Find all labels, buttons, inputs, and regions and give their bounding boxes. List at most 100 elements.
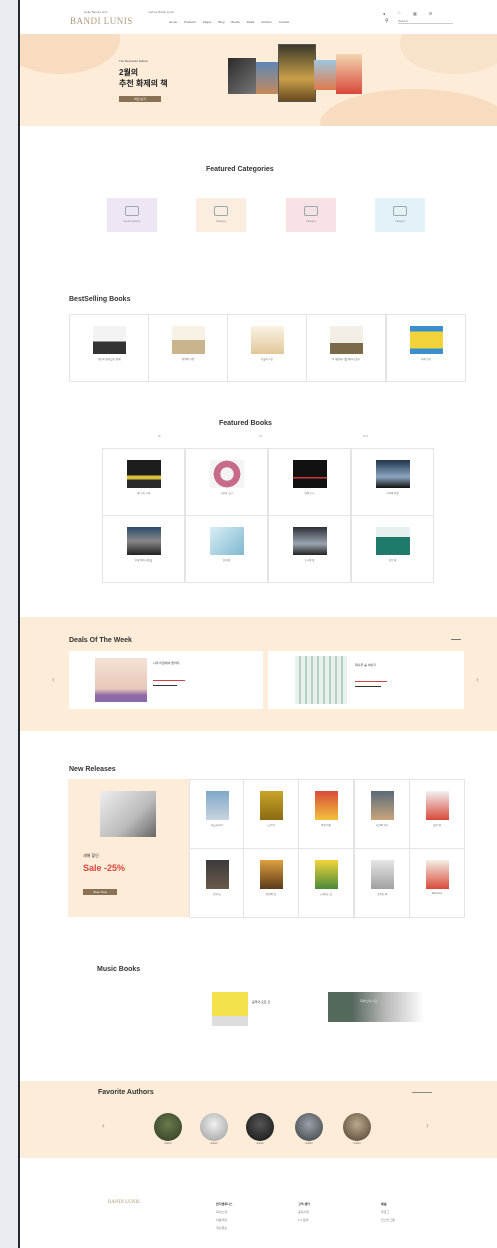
- nav-item-pages[interactable]: Pages: [203, 20, 212, 24]
- book-card[interactable]: 어떤 여름: [298, 779, 354, 849]
- book-card[interactable]: 대도와 함께 살기 위해: [69, 314, 149, 382]
- footer-link[interactable]: 개인정보: [216, 1226, 233, 1230]
- book-cover: [260, 860, 283, 889]
- footer-link[interactable]: 블로그: [381, 1210, 395, 1214]
- tab-art[interactable]: Art: [259, 435, 262, 438]
- deal-card[interactable]: 대나무 숲 이야기: [268, 651, 464, 709]
- author-avatar[interactable]: [343, 1113, 371, 1141]
- cart-icon[interactable]: ▦: [413, 11, 417, 16]
- book-card[interactable]: 취향의 기원: [148, 314, 228, 382]
- book-cover: [371, 860, 394, 889]
- book-title: 대도와 함께 살기 위해: [97, 358, 121, 361]
- footer-link[interactable]: 회사소개: [216, 1210, 233, 1214]
- author-name: Author: [210, 1142, 218, 1145]
- footer-link[interactable]: 인스타그램: [381, 1218, 395, 1222]
- book-card[interactable]: 붉은 펜: [409, 779, 465, 849]
- nav-item-blog[interactable]: Blog: [218, 20, 224, 24]
- main-nav: Home Products Pages Blog Books Deals Aut…: [169, 20, 289, 24]
- book-card[interactable]: 건축의 풍경: [351, 448, 434, 516]
- book-card[interactable]: 조용한 책: [354, 848, 410, 918]
- promo-button[interactable]: Shop Now: [83, 889, 117, 895]
- authors-divider: [412, 1092, 432, 1093]
- hero-book-cover[interactable]: [228, 58, 256, 94]
- book-card[interactable]: 밤의 도시: [268, 448, 351, 516]
- book-title: 붉은 펜: [433, 824, 441, 827]
- book-cover: [410, 326, 443, 354]
- category-card[interactable]: Category: [196, 198, 246, 232]
- nav-item-authors[interactable]: Authors: [261, 20, 271, 24]
- book-cover: [376, 460, 410, 488]
- chevron-left-icon[interactable]: ‹: [52, 675, 55, 684]
- deal-book-cover: [95, 658, 147, 702]
- footer-link[interactable]: 이용약관: [216, 1218, 233, 1222]
- book-card[interactable]: 나의 오리: [386, 314, 466, 382]
- book-card[interactable]: 이 세상에 너를 데리러 왔다: [306, 314, 386, 382]
- footer-logo[interactable]: BANDI LUNIS: [108, 1200, 140, 1205]
- book-cover: [426, 791, 449, 820]
- search-icon[interactable]: ⚲: [385, 18, 389, 24]
- book-card[interactable]: 바다 위 고래: [102, 448, 185, 516]
- book-card[interactable]: 정원의 빛: [243, 848, 299, 918]
- chevron-left-icon[interactable]: ‹: [102, 1121, 105, 1130]
- book-card[interactable]: 사물과 시간: [227, 314, 307, 382]
- book-cover: [330, 326, 363, 354]
- author-name: Author: [353, 1142, 361, 1145]
- category-card[interactable]: Small Category: [107, 198, 157, 232]
- author-avatar[interactable]: [295, 1113, 323, 1141]
- hero-book-cover[interactable]: [314, 60, 336, 90]
- music-books-title: Music Books: [97, 966, 141, 973]
- heart-icon[interactable]: ♡: [397, 11, 401, 16]
- author-name: Author: [164, 1142, 172, 1145]
- music-book-cover[interactable]: [212, 992, 248, 1026]
- deal-book-cover: [295, 656, 347, 704]
- hero-banner: The Bestseller Edition 2월의 추천 화제의 책 바로 보…: [20, 34, 497, 126]
- book-title: 노란 방: [267, 824, 275, 827]
- book-card[interactable]: Welcome: [409, 848, 465, 918]
- menu-icon[interactable]: ☰: [429, 11, 433, 16]
- book-card[interactable]: 노래하는 숲: [298, 848, 354, 918]
- hero-book-cover[interactable]: [256, 62, 278, 94]
- book-card[interactable]: 무대 위의 사람들: [102, 515, 185, 583]
- nav-item-products[interactable]: Products: [184, 20, 196, 24]
- footer-link[interactable]: 공지사항: [298, 1210, 310, 1214]
- book-cover: [293, 527, 327, 555]
- hero-book-cover[interactable]: [336, 54, 362, 94]
- nav-item-contact[interactable]: Contact: [279, 20, 289, 24]
- book-title: 취향의 기원: [181, 358, 195, 361]
- logo[interactable]: BANDI LUNIS: [70, 16, 133, 26]
- book-card[interactable]: 흰 바람: [185, 515, 268, 583]
- category-card[interactable]: Category: [286, 198, 336, 232]
- deal-title: 나의 아침에서 밤까지: [153, 661, 180, 665]
- author-avatar[interactable]: [200, 1113, 228, 1141]
- author-avatar[interactable]: [246, 1113, 274, 1141]
- book-card[interactable]: 시간과 소년: [185, 448, 268, 516]
- user-icon[interactable]: ●: [383, 11, 385, 16]
- hero-book-cover[interactable]: [278, 44, 316, 102]
- nav-item-home[interactable]: Home: [169, 20, 177, 24]
- music-book-cover[interactable]: [328, 992, 424, 1022]
- book-title: Welcome: [431, 892, 443, 895]
- book-title: 푸른 책: [388, 559, 397, 562]
- book-card[interactable]: 하늘과 바다: [189, 779, 245, 849]
- category-card[interactable]: Category: [375, 198, 425, 232]
- hero-button[interactable]: 바로 보기: [119, 96, 161, 102]
- author-avatar[interactable]: [154, 1113, 182, 1141]
- tab-kids[interactable]: Kids: [363, 435, 368, 438]
- nav-item-books[interactable]: Books: [231, 20, 239, 24]
- nav-item-deals[interactable]: Deals: [247, 20, 255, 24]
- hero-blob: [20, 34, 120, 74]
- book-card[interactable]: 밤과 낮: [189, 848, 245, 918]
- book-cover: [315, 860, 338, 889]
- book-card[interactable]: 사진의 역사: [354, 779, 410, 849]
- deal-card[interactable]: 나의 아침에서 밤까지: [69, 651, 263, 709]
- chevron-right-icon[interactable]: ›: [426, 1121, 429, 1130]
- book-card[interactable]: 도시의 창: [268, 515, 351, 583]
- book-card[interactable]: 푸른 책: [351, 515, 434, 583]
- tab-all[interactable]: All: [158, 435, 161, 438]
- promo-label: 새해 할인: [83, 853, 99, 858]
- book-title: 노래하는 숲: [319, 893, 333, 896]
- chevron-right-icon[interactable]: ›: [476, 675, 479, 684]
- footer-link[interactable]: 1:1 문의: [298, 1218, 310, 1222]
- book-card[interactable]: 노란 방: [243, 779, 299, 849]
- search-input[interactable]: [398, 19, 453, 24]
